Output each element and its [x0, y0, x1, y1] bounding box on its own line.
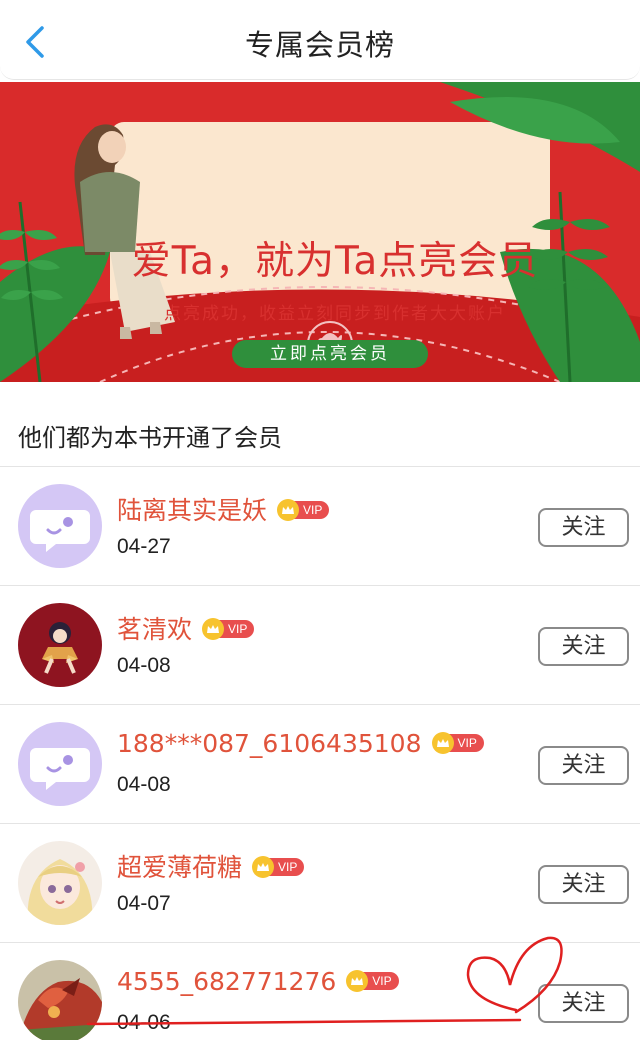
follow-button[interactable]: 关注 — [538, 865, 629, 904]
avatar[interactable] — [18, 603, 102, 687]
crown-icon — [252, 856, 275, 878]
anime-girl-blonde-icon — [18, 841, 102, 925]
red-dragon-icon — [18, 960, 102, 1040]
join-date: 04-27 — [117, 535, 171, 558]
follow-button[interactable]: 关注 — [538, 984, 629, 1023]
member-list: 陆离其实是妖 VIP 04-27 关注 茗清欢 VIP 04-08 关注 188… — [0, 467, 640, 1040]
member-name[interactable]: 超爱薄荷糖 VIP — [117, 848, 305, 884]
follow-button[interactable]: 关注 — [538, 746, 629, 785]
join-date: 04-06 — [117, 1011, 171, 1034]
member-name[interactable]: 188***087_6106435108 VIP — [117, 729, 484, 758]
list-item: 茗清欢 VIP 04-08 关注 — [0, 586, 640, 705]
vip-badge: VIP — [346, 970, 399, 992]
nav-bar: 专属会员榜 — [0, 0, 640, 80]
follow-button[interactable]: 关注 — [538, 627, 629, 666]
list-item: 4555_682771276 VIP 04-06 关注 — [0, 943, 640, 1040]
section-title: 他们都为本书开通了会员 — [18, 424, 282, 452]
crown-icon — [431, 732, 454, 754]
join-date: 04-08 — [117, 654, 171, 677]
vip-badge: VIP — [277, 499, 330, 521]
avatar[interactable] — [18, 484, 102, 568]
chat-bubble-icon — [18, 722, 102, 806]
avatar[interactable] — [18, 960, 102, 1040]
anime-girl-icon — [18, 603, 102, 687]
list-item: 陆离其实是妖 VIP 04-27 关注 — [0, 467, 640, 586]
vip-badge: VIP — [431, 732, 484, 754]
light-up-vip-button[interactable]: 立即点亮会员 — [232, 340, 428, 368]
join-date: 04-08 — [117, 773, 171, 796]
member-name[interactable]: 4555_682771276 VIP — [117, 967, 399, 996]
join-date: 04-07 — [117, 892, 171, 915]
vip-badge: VIP — [202, 618, 255, 640]
crown-icon — [277, 499, 300, 521]
promo-banner[interactable]: 爱Ta，就为Ta点亮会员 点亮成功，收益立刻同步到作者大大账户 立即点亮会员 — [0, 82, 640, 382]
member-name[interactable]: 茗清欢 VIP — [117, 610, 255, 646]
avatar[interactable] — [18, 722, 102, 806]
avatar[interactable] — [18, 841, 102, 925]
list-item: 超爱薄荷糖 VIP 04-07 关注 — [0, 824, 640, 943]
vip-badge: VIP — [252, 856, 305, 878]
list-item: 188***087_6106435108 VIP 04-08 关注 — [0, 705, 640, 824]
banner-subtitle: 点亮成功，收益立刻同步到作者大大账户 — [164, 304, 506, 324]
follow-button[interactable]: 关注 — [538, 508, 629, 547]
member-name[interactable]: 陆离其实是妖 VIP — [117, 491, 330, 527]
banner-headline: 爱Ta，就为Ta点亮会员 — [131, 239, 539, 284]
crown-icon — [202, 618, 225, 640]
page-title: 专属会员榜 — [244, 28, 395, 62]
chat-bubble-icon — [18, 484, 102, 568]
